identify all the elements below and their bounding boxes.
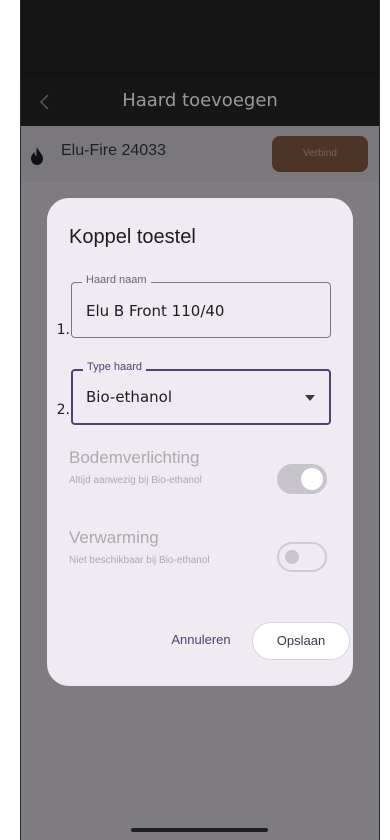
device-list-item: Elu-Fire 24033 Verbind [21, 126, 379, 182]
floor-lighting-toggle[interactable] [277, 464, 327, 494]
fireplace-type-value: Bio-ethanol [86, 388, 172, 406]
field-number-2: 2. [56, 402, 70, 418]
chevron-down-icon[interactable] [305, 395, 315, 401]
heating-toggle[interactable] [277, 542, 327, 572]
save-button[interactable]: Opslaan [252, 622, 350, 660]
heating-title: Verwarming [69, 528, 159, 547]
status-bar [21, 0, 379, 78]
connect-button[interactable]: Verbind [272, 136, 368, 172]
flame-icon [31, 147, 43, 165]
cancel-button[interactable]: Annuleren [161, 622, 241, 658]
home-indicator[interactable] [131, 828, 268, 832]
fireplace-type-label: Type haard [83, 361, 147, 373]
app-bar: Haard toevoegen [21, 78, 379, 126]
device-name: Elu-Fire 24033 [61, 142, 166, 159]
floor-lighting-subtitle: Altijd aanwezig bij Bio-ethanol [69, 475, 202, 486]
heating-subtitle: Niet beschikbaar bij Bio-ethanol [69, 555, 210, 566]
dialog-title: Koppel toestel [69, 226, 196, 248]
field-number-1: 1. [56, 322, 70, 338]
fireplace-type-select[interactable]: Type haard Bio-ethanol [71, 361, 331, 425]
fireplace-name-field[interactable]: Haard naam Elu B Front 110/40 [71, 274, 331, 338]
pair-device-dialog: Koppel toestel 1. Haard naam Elu B Front… [47, 198, 353, 686]
floor-lighting-title: Bodemverlichting [69, 448, 200, 467]
fireplace-name-input[interactable]: Elu B Front 110/40 [86, 302, 306, 320]
phone-screen: Haard toevoegen Elu-Fire 24033 Verbind K… [20, 0, 380, 840]
toggle-thumb [301, 468, 323, 490]
fireplace-name-label: Haard naam [82, 274, 151, 286]
toggle-thumb [285, 550, 299, 564]
page-title: Haard toevoegen [122, 90, 278, 111]
